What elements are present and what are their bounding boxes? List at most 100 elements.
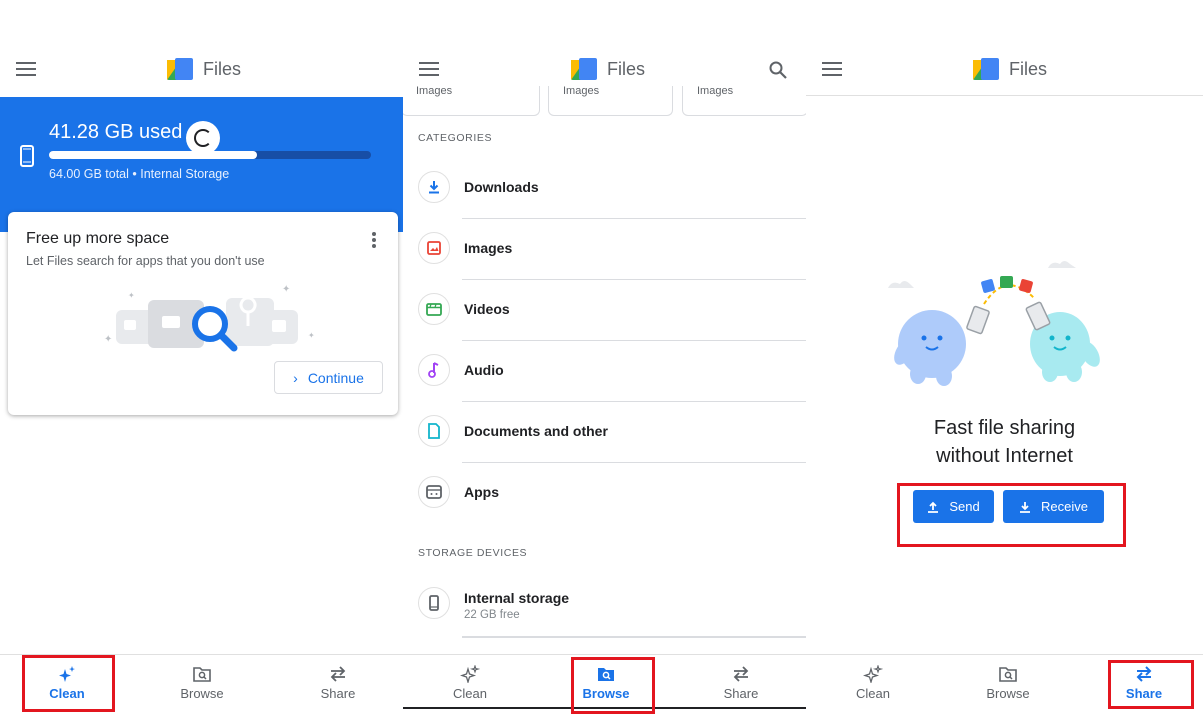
svg-text:✦: ✦: [104, 334, 112, 345]
app-title-text: Files: [1009, 58, 1048, 79]
category-label: Documents and other: [464, 423, 608, 439]
nav-browse-label: Browse: [986, 686, 1030, 701]
category-label: Audio: [464, 362, 504, 378]
nav-browse-label: Browse: [180, 686, 224, 701]
share-screen: Files Fast file sharing without Internet…: [806, 0, 1203, 718]
receive-button[interactable]: Receive: [1003, 490, 1104, 523]
bottom-navigation: Clean Browse Share: [403, 654, 806, 709]
category-downloads[interactable]: Downloads: [403, 158, 806, 219]
divider: [462, 636, 806, 638]
send-label: Send: [949, 499, 980, 514]
continue-label: Continue: [307, 369, 364, 386]
menu-icon[interactable]: [822, 62, 842, 78]
receive-label: Receive: [1041, 499, 1088, 514]
files-logo-icon: [973, 58, 999, 80]
browse-icon: [193, 667, 211, 682]
chevron-right-icon: ›: [293, 369, 298, 386]
category-label: Images: [464, 240, 513, 256]
chip-images-3[interactable]: Images: [682, 86, 806, 116]
nav-share[interactable]: Share: [288, 655, 388, 707]
swap-arrows-icon: [733, 666, 749, 682]
loading-spinner-icon: [186, 121, 220, 155]
storage-total-label: 64.00 GB total • Internal Storage: [49, 167, 230, 181]
download-icon: [418, 171, 450, 203]
share-headline-line2: without Internet: [936, 445, 1073, 467]
category-label: Videos: [464, 301, 510, 317]
storage-used-label: 41.28 GB used: [49, 121, 183, 143]
nav-share[interactable]: Share: [691, 655, 791, 707]
document-icon: [418, 415, 450, 447]
app-title: Files: [973, 58, 1047, 80]
svg-text:✦: ✦: [128, 291, 135, 300]
phone-icon: [20, 145, 34, 167]
nav-share-label: Share: [723, 686, 759, 701]
categories-header: CATEGORIES: [418, 132, 493, 144]
nav-share-label: Share: [1125, 686, 1163, 701]
top-app-bar: Files: [0, 46, 403, 94]
search-icon[interactable]: [768, 60, 788, 80]
chip-images-1[interactable]: Images: [403, 86, 540, 116]
category-documents[interactable]: Documents and other: [403, 402, 806, 463]
unused-apps-illustration-icon: ✦ ✦ ✦ ✦: [104, 284, 315, 352]
nav-share-label: Share: [320, 686, 356, 701]
browse-icon: [598, 668, 614, 681]
phone-icon: [418, 587, 450, 619]
nav-clean[interactable]: Clean: [17, 655, 117, 707]
send-button[interactable]: Send: [913, 490, 994, 523]
clean-screen: Files 41.28 GB used 64.00 GB total • Int…: [0, 0, 403, 718]
nav-clean[interactable]: Clean: [823, 655, 923, 707]
swap-arrows-icon: [1136, 666, 1152, 682]
nav-share[interactable]: Share: [1094, 655, 1194, 707]
storage-devices-header: STORAGE DEVICES: [418, 547, 528, 559]
audio-icon: [418, 354, 450, 386]
app-title-text: Files: [203, 58, 242, 79]
nav-clean-label: Clean: [49, 686, 85, 701]
recent-chips: Images Images Images: [403, 86, 806, 116]
category-apps[interactable]: Apps: [403, 463, 806, 524]
menu-icon[interactable]: [419, 62, 439, 78]
bottom-navigation: Clean Browse Share: [806, 654, 1203, 708]
app-title: Files: [571, 58, 645, 80]
chip-images-2[interactable]: Images: [548, 86, 673, 116]
category-audio[interactable]: Audio: [403, 341, 806, 402]
top-app-bar: Files: [806, 46, 1203, 94]
swap-arrows-icon: [330, 666, 346, 682]
sparkle-icon: [863, 665, 883, 683]
nav-clean-label: Clean: [453, 686, 487, 701]
app-title-text: Files: [607, 58, 646, 79]
bottom-divider: [403, 707, 806, 709]
internal-storage-free: 22 GB free: [464, 609, 520, 621]
category-images[interactable]: Images: [403, 219, 806, 280]
apps-icon: [418, 476, 450, 508]
category-videos[interactable]: Videos: [403, 280, 806, 341]
upload-icon: [928, 501, 939, 513]
more-options-icon[interactable]: [372, 232, 376, 248]
file-sharing-illustration-icon: [888, 261, 1100, 386]
image-icon: [418, 232, 450, 264]
nav-browse-label: Browse: [582, 686, 630, 701]
category-label: Apps: [464, 484, 499, 500]
share-headline-line1: Fast file sharing: [933, 417, 1076, 439]
browse-icon: [999, 667, 1017, 682]
storage-usage-bar: [49, 151, 371, 159]
sparkle-icon: [460, 665, 480, 683]
card-title: Free up more space: [26, 230, 170, 247]
internal-storage-item[interactable]: Internal storage 22 GB free: [403, 568, 806, 638]
divider: [806, 95, 1203, 96]
nav-clean-label: Clean: [856, 686, 890, 701]
category-label: Downloads: [464, 179, 539, 195]
continue-button[interactable]: › Continue: [274, 361, 383, 394]
share-headline: Fast file sharing without Internet: [806, 414, 1203, 470]
nav-browse[interactable]: Browse: [958, 655, 1058, 707]
nav-clean[interactable]: Clean: [420, 655, 520, 707]
card-subtitle: Let Files search for apps that you don't…: [26, 254, 265, 268]
nav-browse[interactable]: Browse: [556, 655, 656, 707]
video-icon: [418, 293, 450, 325]
app-title: Files: [167, 58, 241, 80]
browse-screen: Files Images Images Images CATEGORIES Do…: [403, 0, 806, 718]
internal-storage-label: Internal storage: [464, 590, 570, 606]
nav-browse[interactable]: Browse: [152, 655, 252, 707]
download-icon: [1020, 501, 1031, 513]
menu-icon[interactable]: [16, 62, 36, 78]
sparkle-icon: [59, 666, 75, 682]
